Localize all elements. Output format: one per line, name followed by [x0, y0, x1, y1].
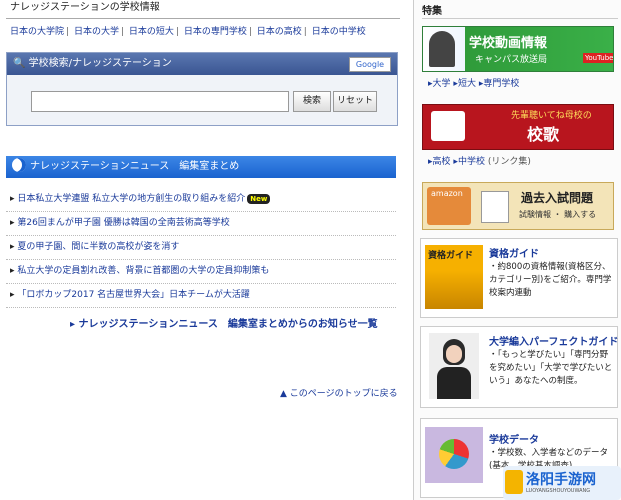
- back-to-top-link[interactable]: ▲ このページのトップに戻る: [280, 386, 398, 399]
- news-header: ナレッジステーションニュース 編集室まとめ: [6, 156, 396, 178]
- search-header: 🔍 学校検索/ナレッジステーション Google: [7, 53, 397, 75]
- link-vocational[interactable]: 専門学校: [483, 79, 519, 89]
- qualification-guide-card[interactable]: 資格ガイド 資格ガイド ・約800の資格情報(資格区分、カテゴリー別)をご紹介。…: [420, 238, 618, 318]
- sidebar: 特集 学校動画情報 キャンパス放送局 YouTube ▸大学 ▸短大 ▸専門学校…: [413, 0, 621, 500]
- nav-junior-college-link[interactable]: 日本の短大: [129, 27, 174, 37]
- list-item[interactable]: ▸ 日本私立大学連盟 私立大学の地方創生の取り組みを紹介 New: [6, 188, 396, 212]
- qualification-image: 資格ガイド: [425, 245, 483, 309]
- list-item[interactable]: ▸ 私立大学の定員割れ改善、背景に首都圏の大学の定員抑制策も: [6, 260, 396, 284]
- song-links: ▸高校 ▸中学校 (リンク集): [428, 157, 531, 167]
- transfer-guide-card[interactable]: 大学編入パーフェクトガイド ・「もっと学びたい」「専門分野を究めたい」「大学で学…: [420, 326, 618, 408]
- search-button[interactable]: 検索: [293, 91, 331, 112]
- moon-icon: [12, 158, 26, 172]
- video-info-banner[interactable]: 学校動画情報 キャンパス放送局 YouTube: [422, 26, 614, 72]
- news-title: ナレッジステーションニュース 編集室まとめ: [30, 161, 240, 172]
- school-song-banner[interactable]: 先輩聴いてね母校の 校歌: [422, 104, 614, 150]
- list-item[interactable]: ▸ 夏の甲子園、間に半数の高校が姿を消す: [6, 236, 396, 260]
- woman-image: [429, 333, 479, 399]
- reset-button[interactable]: リセット: [333, 91, 377, 112]
- link-university[interactable]: 大学: [433, 79, 451, 89]
- nav-junior-high-link[interactable]: 日本の中学校: [312, 27, 366, 37]
- person-image: [429, 31, 455, 67]
- watermark-logo-icon: [505, 470, 523, 494]
- character-image: [431, 111, 465, 141]
- link-junior-high[interactable]: 中学校: [458, 157, 485, 167]
- school-nav: 日本の大学院 | 日本の大学 | 日本の短大 | 日本の専門学校 | 日本の高校 | 日本…: [10, 27, 366, 37]
- watermark-text: 洛阳手游网: [526, 472, 596, 488]
- watermark-subtext: LUOYANGSHOUYOUWANG: [526, 488, 591, 494]
- main-column: ナレッジステーションの学校情報 日本の大学院 | 日本の大学 | 日本の短大 | 日本…: [0, 0, 400, 500]
- school-search-panel: 🔍 学校検索/ナレッジステーション Google 検索 リセット: [6, 52, 398, 126]
- search-title: 学校検索/ナレッジステーション: [28, 58, 172, 69]
- arrow-up-icon: ▲: [280, 389, 287, 399]
- sidebar-title: 特集: [422, 2, 618, 19]
- nav-vocational-link[interactable]: 日本の専門学校: [184, 27, 247, 37]
- search-input[interactable]: [31, 91, 289, 112]
- google-logo: Google: [349, 57, 391, 72]
- nav-graduate-link[interactable]: 日本の大学院: [10, 27, 64, 37]
- news-list: ▸ 日本私立大学連盟 私立大学の地方創生の取り組みを紹介 New ▸ 第26回まん…: [6, 188, 396, 308]
- search-icon: 🔍: [13, 58, 26, 69]
- list-item[interactable]: ▸ 「ロボカップ2017 名古屋世界大会」日本チームが大活躍: [6, 284, 396, 308]
- exam-paper-icon: [481, 191, 509, 223]
- page-title: ナレッジステーションの学校情報: [6, 0, 400, 19]
- nav-high-school-link[interactable]: 日本の高校: [257, 27, 302, 37]
- youtube-icon: YouTube: [583, 53, 614, 63]
- nav-university-link[interactable]: 日本の大学: [74, 27, 119, 37]
- news-more-link[interactable]: ▸ ナレッジステーションニュース 編集室まとめからのお知らせ一覧: [70, 315, 378, 330]
- video-links: ▸大学 ▸短大 ▸専門学校: [428, 79, 520, 89]
- past-exam-banner[interactable]: amazon 過去入試問題 試験情報 ・ 購入する: [422, 182, 614, 230]
- new-badge: New: [247, 194, 271, 204]
- link-high-school[interactable]: 高校: [433, 157, 451, 167]
- list-item[interactable]: ▸ 第26回まんが甲子園 優勝は韓国の全南芸術高等学校: [6, 212, 396, 236]
- data-chart-image: [425, 427, 483, 483]
- link-junior-college[interactable]: 短大: [458, 79, 476, 89]
